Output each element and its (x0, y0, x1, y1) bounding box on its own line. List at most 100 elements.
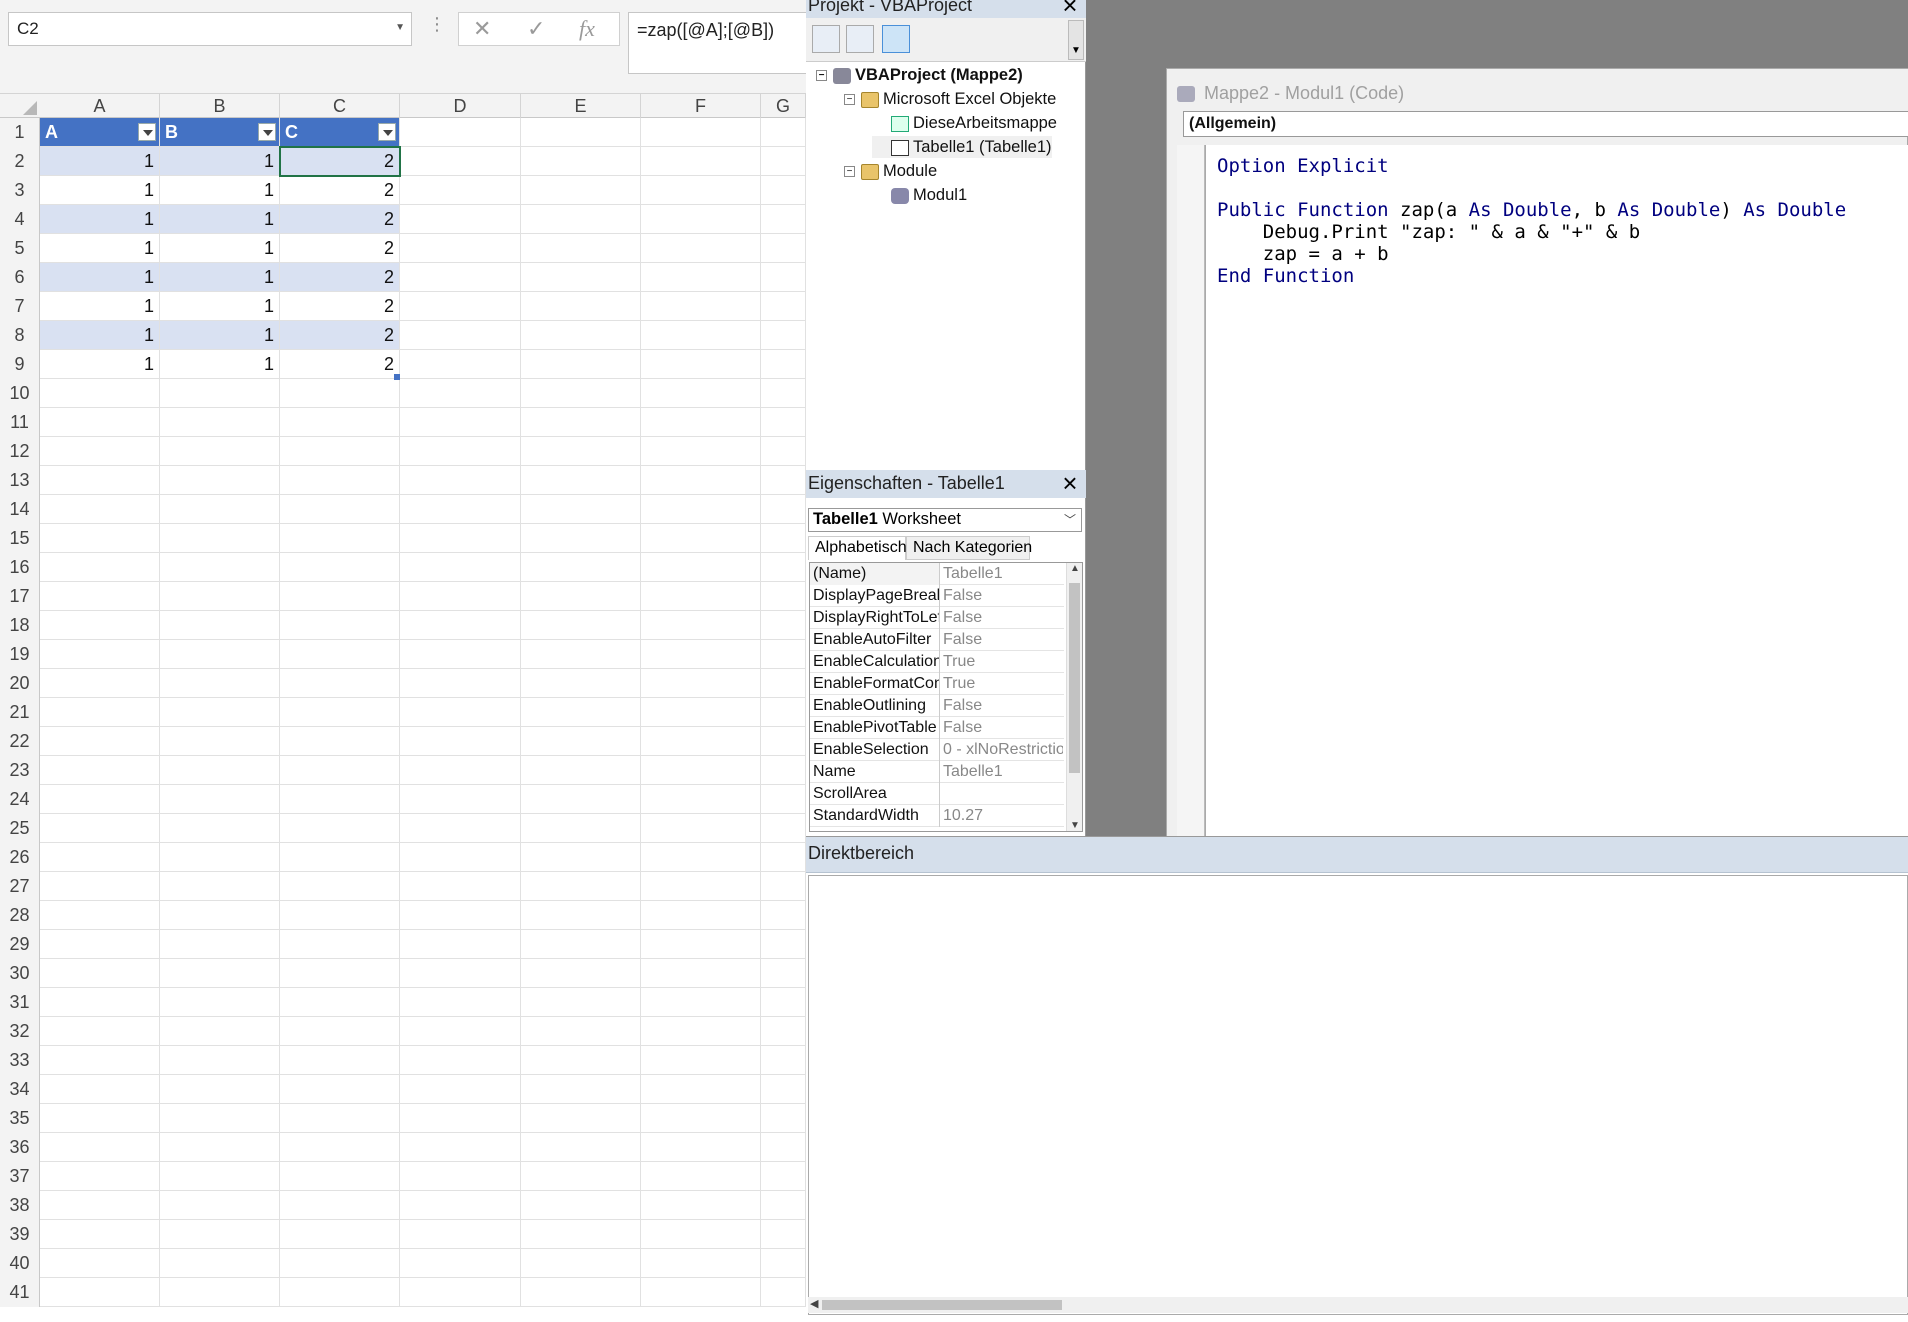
cell-c32[interactable] (280, 1017, 400, 1045)
cell-e25[interactable] (521, 814, 641, 842)
cell-a39[interactable] (40, 1220, 160, 1248)
collapse-icon[interactable]: − (844, 94, 855, 106)
tree-item[interactable]: Modul1 (872, 184, 967, 206)
cell-f24[interactable] (641, 785, 761, 813)
cell-c23[interactable] (280, 756, 400, 784)
row-header[interactable]: 23 (0, 756, 40, 785)
cell-e36[interactable] (521, 1133, 641, 1161)
cell-a15[interactable] (40, 524, 160, 552)
cell-b27[interactable] (160, 872, 280, 900)
cell-f32[interactable] (641, 1017, 761, 1045)
cell-a36[interactable] (40, 1133, 160, 1161)
cell-b30[interactable] (160, 959, 280, 987)
cell-e11[interactable] (521, 408, 641, 436)
cell-c20[interactable] (280, 669, 400, 697)
cell-e6[interactable] (521, 263, 641, 291)
cell-f35[interactable] (641, 1104, 761, 1132)
cell-c21[interactable] (280, 698, 400, 726)
cell-e4[interactable] (521, 205, 641, 233)
cell-f25[interactable] (641, 814, 761, 842)
name-box[interactable]: C2 ▼ (8, 12, 412, 46)
property-row[interactable]: ScrollArea (810, 783, 1064, 805)
row-header[interactable]: 29 (0, 930, 40, 959)
row-header[interactable]: 1 (0, 118, 40, 147)
cell-f29[interactable] (641, 930, 761, 958)
cell-g33[interactable] (761, 1046, 806, 1074)
row-header[interactable]: 11 (0, 408, 40, 437)
cell-b4[interactable]: 1 (160, 205, 280, 233)
cell-d29[interactable] (400, 930, 521, 958)
cell-c31[interactable] (280, 988, 400, 1016)
cell-b38[interactable] (160, 1191, 280, 1219)
select-all-button[interactable] (0, 94, 40, 118)
cell-b3[interactable]: 1 (160, 176, 280, 204)
cell-g34[interactable] (761, 1075, 806, 1103)
cell-b31[interactable] (160, 988, 280, 1016)
cell-e3[interactable] (521, 176, 641, 204)
cell-e7[interactable] (521, 292, 641, 320)
cell-g26[interactable] (761, 843, 806, 871)
cell-a34[interactable] (40, 1075, 160, 1103)
cell-f16[interactable] (641, 553, 761, 581)
cell-c25[interactable] (280, 814, 400, 842)
cell-a30[interactable] (40, 959, 160, 987)
cell-g35[interactable] (761, 1104, 806, 1132)
row-header[interactable]: 37 (0, 1162, 40, 1191)
property-value[interactable]: True (941, 651, 1063, 673)
cell-g19[interactable] (761, 640, 806, 668)
row-header[interactable]: 4 (0, 205, 40, 234)
cell-c8[interactable]: 2 (280, 321, 400, 349)
cell-b2[interactable]: 1 (160, 147, 280, 175)
property-row[interactable]: EnablePivotTable False (810, 717, 1064, 739)
cell-f30[interactable] (641, 959, 761, 987)
row-header[interactable]: 31 (0, 988, 40, 1017)
cell-a33[interactable] (40, 1046, 160, 1074)
cell-e34[interactable] (521, 1075, 641, 1103)
cell-f33[interactable] (641, 1046, 761, 1074)
cell-b20[interactable] (160, 669, 280, 697)
close-icon[interactable]: × (1058, 0, 1082, 18)
cell-b37[interactable] (160, 1162, 280, 1190)
property-value[interactable] (941, 783, 1063, 805)
cell-c35[interactable] (280, 1104, 400, 1132)
cell-c10[interactable] (280, 379, 400, 407)
cell-c16[interactable] (280, 553, 400, 581)
cell-d40[interactable] (400, 1249, 521, 1277)
row-header[interactable]: 41 (0, 1278, 40, 1307)
cell-g22[interactable] (761, 727, 806, 755)
cell-d8[interactable] (400, 321, 521, 349)
tab-alphabetisch[interactable]: Alphabetisch (808, 536, 907, 560)
code-editor[interactable]: Option Explicit Public Function zap(a As … (1205, 145, 1908, 839)
cell-c1[interactable]: C (280, 118, 400, 146)
cell-f21[interactable] (641, 698, 761, 726)
property-row[interactable]: EnableOutlining False (810, 695, 1064, 717)
cell-d20[interactable] (400, 669, 521, 697)
column-header-e[interactable]: E (521, 94, 641, 118)
cell-d14[interactable] (400, 495, 521, 523)
property-row[interactable]: DisplayPageBreaks False (810, 585, 1064, 607)
cell-e10[interactable] (521, 379, 641, 407)
cell-c7[interactable]: 2 (280, 292, 400, 320)
property-value[interactable]: True (941, 673, 1063, 695)
cell-e13[interactable] (521, 466, 641, 494)
cell-f34[interactable] (641, 1075, 761, 1103)
cell-f40[interactable] (641, 1249, 761, 1277)
cell-g6[interactable] (761, 263, 806, 291)
cell-g30[interactable] (761, 959, 806, 987)
cell-c33[interactable] (280, 1046, 400, 1074)
cell-g32[interactable] (761, 1017, 806, 1045)
cell-b14[interactable] (160, 495, 280, 523)
cell-b16[interactable] (160, 553, 280, 581)
cell-f18[interactable] (641, 611, 761, 639)
cell-e15[interactable] (521, 524, 641, 552)
cell-e17[interactable] (521, 582, 641, 610)
cell-e20[interactable] (521, 669, 641, 697)
cell-b13[interactable] (160, 466, 280, 494)
cell-e9[interactable] (521, 350, 641, 378)
row-header[interactable]: 16 (0, 553, 40, 582)
cell-a13[interactable] (40, 466, 160, 494)
row-header[interactable]: 34 (0, 1075, 40, 1104)
cell-e8[interactable] (521, 321, 641, 349)
cell-c11[interactable] (280, 408, 400, 436)
filter-dropdown-icon[interactable] (258, 123, 276, 141)
